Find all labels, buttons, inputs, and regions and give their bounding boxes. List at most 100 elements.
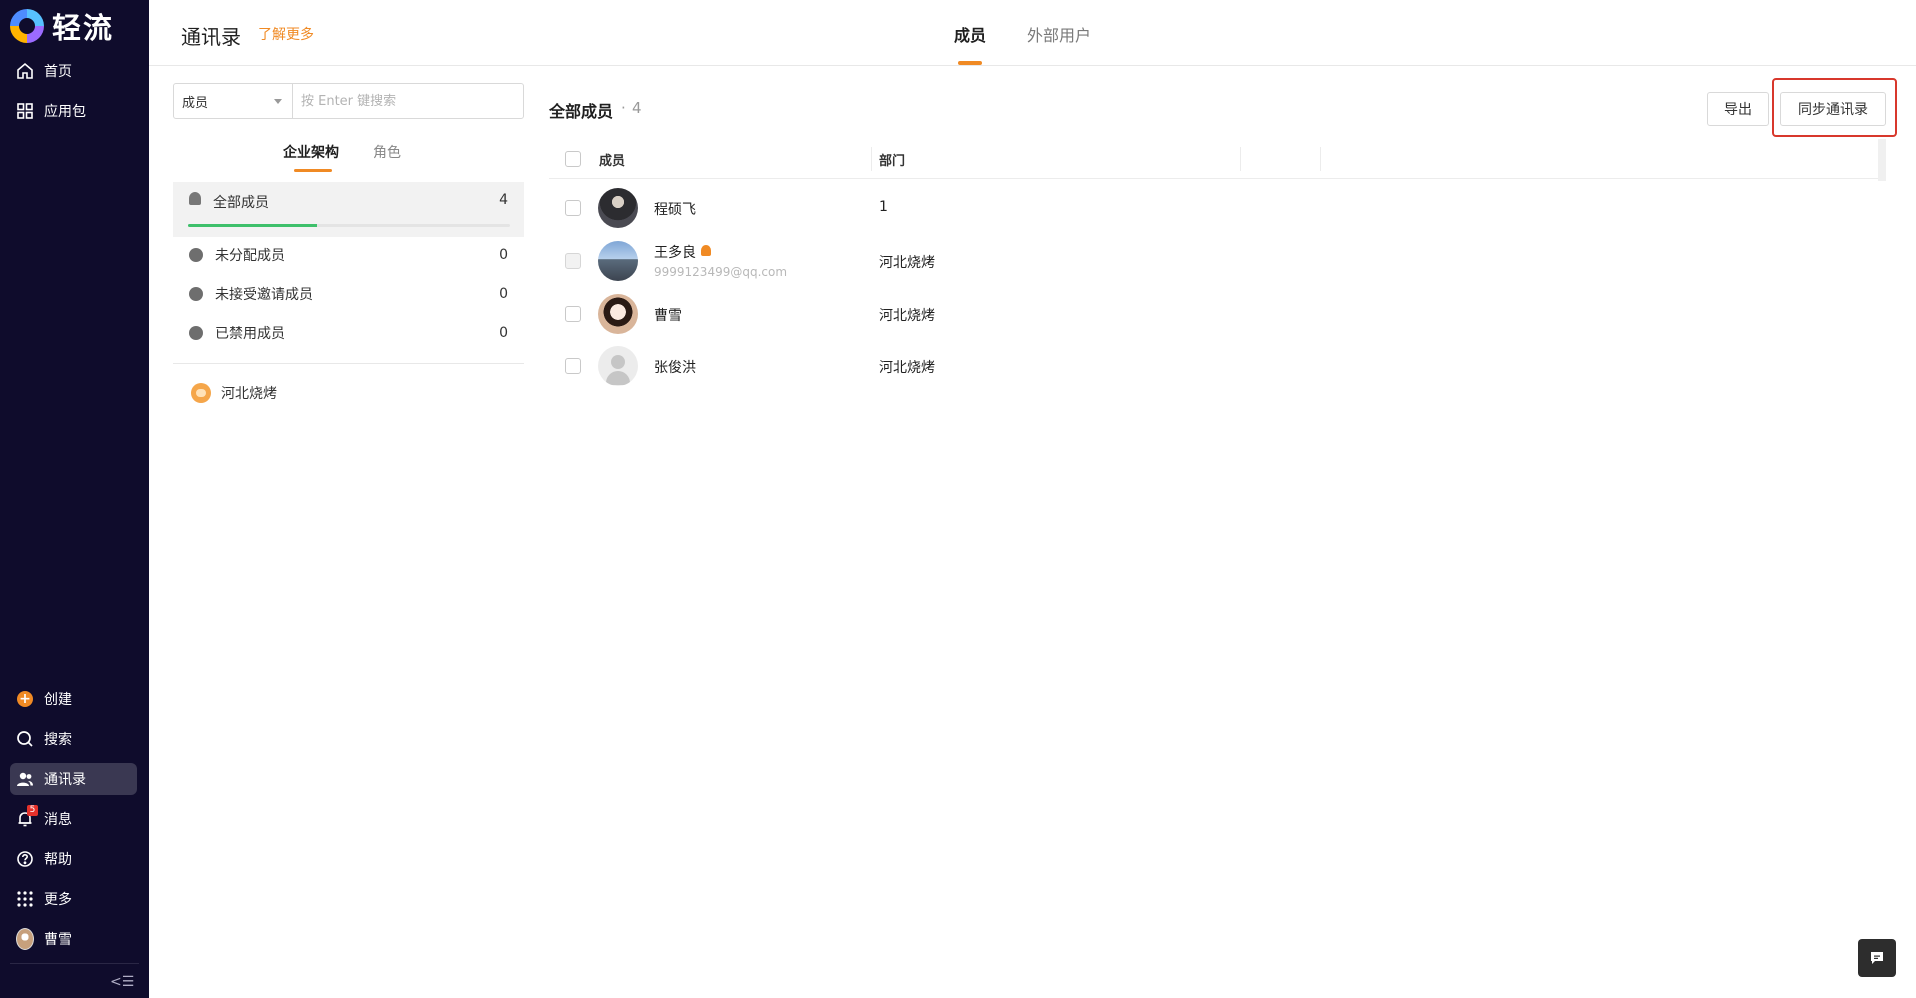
tab-external-users[interactable]: 外部用户 bbox=[1027, 22, 1091, 46]
sidebar-item-label: 曹雪 bbox=[44, 932, 72, 948]
column-divider[interactable] bbox=[1320, 147, 1321, 171]
group-label: 全部成员 bbox=[213, 195, 269, 211]
logo-text: 轻流 bbox=[52, 11, 115, 45]
bell-icon: 5 bbox=[16, 805, 38, 828]
admin-person-icon bbox=[701, 245, 711, 256]
member-dept: 河北烧烤 bbox=[879, 308, 935, 324]
person-icon bbox=[189, 192, 201, 205]
member-avatar[interactable] bbox=[598, 241, 638, 281]
plus-circle-icon: + bbox=[16, 690, 34, 708]
search-icon bbox=[16, 730, 34, 748]
sidebar-divider bbox=[10, 963, 139, 964]
sidebar-item-label: 首页 bbox=[44, 64, 72, 80]
member-search-box: 成员 bbox=[173, 83, 524, 119]
pie-chart-icon bbox=[189, 326, 203, 340]
app-logo[interactable]: 轻流 bbox=[10, 6, 114, 46]
sidebar-item-label: 搜索 bbox=[44, 732, 72, 748]
member-list-title: 全部成员 bbox=[549, 102, 614, 121]
sidebar-item-label: 消息 bbox=[44, 812, 72, 828]
member-avatar-placeholder[interactable] bbox=[598, 346, 638, 386]
sidebar-item-apps[interactable]: 应用包 bbox=[10, 95, 137, 127]
member-email: 9999123499@qq.com bbox=[654, 265, 788, 279]
search-scope-value: 成员 bbox=[182, 95, 209, 111]
caret-down-icon bbox=[274, 99, 282, 104]
sidebar-item-label: 更多 bbox=[44, 892, 72, 908]
sidebar-item-label: 帮助 bbox=[44, 852, 72, 868]
group-count: 4 bbox=[499, 192, 508, 208]
search-input[interactable] bbox=[293, 84, 523, 118]
group-disabled[interactable]: 已禁用成员 0 bbox=[173, 314, 524, 352]
column-divider[interactable] bbox=[1240, 147, 1241, 171]
sidebar-item-label: 创建 bbox=[44, 692, 72, 708]
sidebar-item-create[interactable]: + 创建 bbox=[10, 683, 137, 715]
collapse-sidebar-icon[interactable]: <☰ bbox=[110, 974, 134, 990]
sidebar-item-more[interactable]: 更多 bbox=[10, 883, 137, 915]
chat-bubble-icon bbox=[1871, 952, 1883, 964]
sidebar-item-home[interactable]: 首页 bbox=[10, 55, 137, 87]
unread-badge: 5 bbox=[27, 805, 38, 816]
group-all-members[interactable]: 全部成员 4 bbox=[173, 182, 524, 237]
apps-grid-icon bbox=[16, 102, 34, 120]
group-count: 0 bbox=[499, 325, 508, 341]
member-name-text: 王多良 bbox=[654, 245, 696, 261]
member-dept: 河北烧烤 bbox=[879, 255, 935, 271]
group-pending-invite[interactable]: 未接受邀请成员 0 bbox=[173, 275, 524, 313]
member-dept: 1 bbox=[879, 199, 888, 215]
group-unassigned[interactable]: 未分配成员 0 bbox=[173, 236, 524, 274]
active-tab-indicator bbox=[958, 61, 982, 65]
sidebar-item-messages[interactable]: 5 消息 bbox=[10, 803, 137, 835]
column-divider[interactable] bbox=[871, 147, 872, 171]
export-button[interactable]: 导出 bbox=[1707, 92, 1769, 126]
group-label: 未分配成员 bbox=[215, 248, 285, 264]
more-grid-icon bbox=[16, 890, 34, 908]
chat-support-button[interactable] bbox=[1858, 939, 1896, 977]
highlight-annotation bbox=[1772, 78, 1897, 137]
sidebar: 轻流 首页 应用包 + 创建 搜索 通讯录 5 消息 帮助 更多 曹雪 <☰ bbox=[0, 0, 149, 998]
pie-chart-icon bbox=[189, 248, 203, 262]
sidebar-item-help[interactable]: 帮助 bbox=[10, 843, 137, 875]
row-checkbox[interactable] bbox=[565, 253, 581, 269]
group-label: 未接受邀请成员 bbox=[215, 287, 313, 303]
department-item[interactable]: 河北烧烤 bbox=[173, 374, 524, 412]
column-header-dept: 部门 bbox=[879, 154, 906, 169]
search-scope-select[interactable]: 成员 bbox=[174, 84, 293, 118]
sidebar-item-profile[interactable]: 曹雪 bbox=[10, 923, 137, 955]
table-scrollbar[interactable] bbox=[1878, 139, 1886, 181]
department-label: 河北烧烤 bbox=[221, 386, 277, 402]
group-count: 0 bbox=[499, 286, 508, 302]
select-all-checkbox[interactable] bbox=[565, 151, 581, 167]
left-panel-divider bbox=[173, 363, 524, 364]
tab-members[interactable]: 成员 bbox=[954, 22, 986, 46]
learn-more-link[interactable]: 了解更多 bbox=[258, 24, 314, 44]
column-header-member: 成员 bbox=[599, 154, 626, 169]
logo-mark-icon bbox=[10, 9, 44, 43]
member-name[interactable]: 张俊洪 bbox=[654, 357, 696, 377]
sidebar-item-contacts[interactable]: 通讯录 bbox=[10, 763, 137, 795]
member-avatar[interactable] bbox=[598, 294, 638, 334]
sidebar-item-label: 应用包 bbox=[44, 104, 86, 120]
members-progress-bar bbox=[188, 224, 510, 227]
pie-chart-icon bbox=[189, 287, 203, 301]
home-icon bbox=[16, 62, 34, 80]
contacts-icon bbox=[16, 770, 34, 788]
page-header: 通讯录 了解更多 成员 外部用户 bbox=[149, 0, 1916, 66]
member-avatar[interactable] bbox=[598, 188, 638, 228]
row-checkbox[interactable] bbox=[565, 358, 581, 374]
page-title: 通讯录 bbox=[181, 25, 241, 49]
group-count: 0 bbox=[499, 247, 508, 263]
member-name[interactable]: 曹雪 bbox=[654, 305, 682, 325]
member-list-count: 4 bbox=[632, 99, 642, 117]
table-header bbox=[549, 139, 1886, 179]
subtab-roles[interactable]: 角色 bbox=[373, 142, 401, 162]
member-name[interactable]: 王多良 bbox=[654, 242, 711, 262]
subtab-org-structure[interactable]: 企业架构 bbox=[283, 142, 339, 162]
list-separator: · bbox=[621, 99, 626, 117]
sidebar-item-label: 通讯录 bbox=[44, 772, 86, 788]
department-icon bbox=[191, 383, 211, 403]
row-checkbox[interactable] bbox=[565, 200, 581, 216]
progress-fill bbox=[188, 224, 317, 227]
row-checkbox[interactable] bbox=[565, 306, 581, 322]
member-name[interactable]: 程硕飞 bbox=[654, 199, 696, 219]
member-dept: 河北烧烤 bbox=[879, 360, 935, 376]
sidebar-item-search[interactable]: 搜索 bbox=[10, 723, 137, 755]
